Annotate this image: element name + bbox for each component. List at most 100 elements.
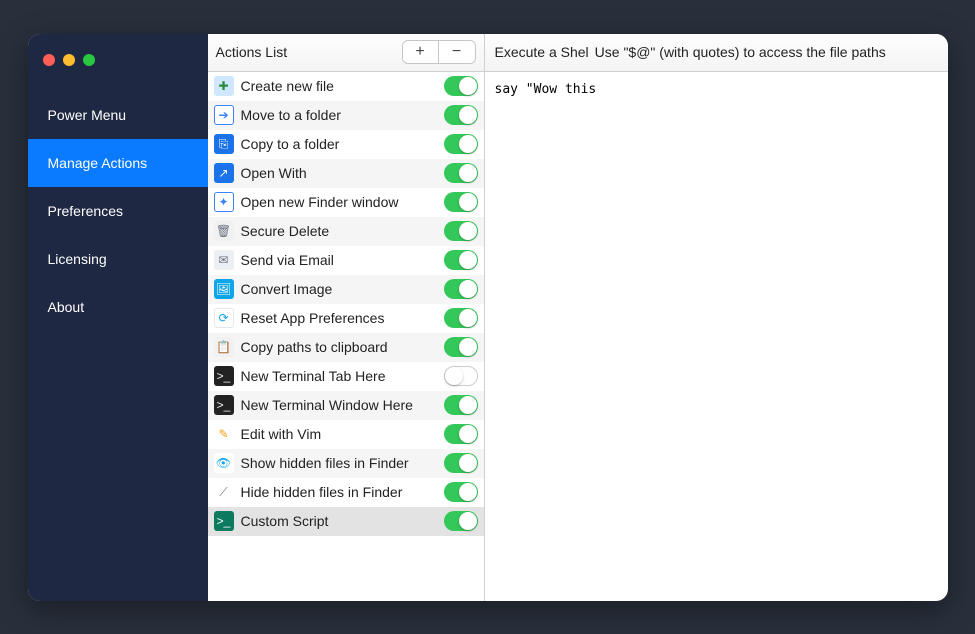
action-row[interactable]: ✦ Open new Finder window	[208, 188, 484, 217]
action-row[interactable]: 📋 Copy paths to clipboard	[208, 333, 484, 362]
action-row[interactable]: 🖼Convert Image	[208, 275, 484, 304]
eye-off-icon: ⟋	[214, 482, 234, 502]
action-row[interactable]: >_ Custom Script	[208, 507, 484, 536]
detail-title: Execute a Shel	[495, 44, 589, 60]
actions-list-pane: Actions List + − ✚Create new file ➔ Move t…	[208, 34, 485, 601]
action-label: Copy paths to clipboard	[241, 339, 444, 355]
toggle-knob	[459, 222, 477, 240]
copy-folder-icon: ⎘	[214, 134, 234, 154]
action-row[interactable]: ↗ Open With	[208, 159, 484, 188]
toggle-knob	[459, 338, 477, 356]
script-editor[interactable]: say "Wow this	[485, 72, 948, 601]
action-label: Custom Script	[241, 513, 444, 529]
action-row[interactable]: ⟋ Hide hidden files in Finder	[208, 478, 484, 507]
action-row[interactable]: ⎘ Copy to a folder	[208, 130, 484, 159]
action-row[interactable]: 👁 Show hidden files in Finder	[208, 449, 484, 478]
eye-icon: 👁	[214, 453, 234, 473]
app-window: Power Menu Manage Actions Preferences Licen…	[28, 34, 948, 601]
pencil-icon: ✎	[214, 424, 234, 444]
action-label: New Terminal Window Here	[241, 397, 444, 413]
action-toggle[interactable]	[444, 482, 478, 502]
mail-icon: ✉	[214, 250, 234, 270]
action-toggle[interactable]	[444, 105, 478, 125]
action-row[interactable]: >_ New Terminal Tab Here	[208, 362, 484, 391]
sidebar-item-about[interactable]: About	[28, 283, 208, 331]
action-toggle[interactable]	[444, 308, 478, 328]
window-controls	[28, 54, 208, 66]
sidebar-item-label: Licensing	[48, 251, 107, 267]
toggle-knob	[459, 193, 477, 211]
action-toggle[interactable]	[444, 250, 478, 270]
sidebar-item-preferences[interactable]: Preferences	[28, 187, 208, 235]
reset-icon: ⟳	[214, 308, 234, 328]
action-label: Copy to a folder	[241, 136, 444, 152]
action-row[interactable]: 🗑Secure Delete	[208, 217, 484, 246]
action-toggle[interactable]	[444, 192, 478, 212]
action-toggle[interactable]	[444, 395, 478, 415]
action-row[interactable]: ✚Create new file	[208, 72, 484, 101]
action-label: Move to a folder	[241, 107, 444, 123]
action-label: Send via Email	[241, 252, 444, 268]
minus-icon: −	[452, 43, 461, 61]
action-label: Hide hidden files in Finder	[241, 484, 444, 500]
sidebar-item-manage-actions[interactable]: Manage Actions	[28, 139, 208, 187]
action-label: Edit with Vim	[241, 426, 444, 442]
sidebar-item-label: Manage Actions	[48, 155, 148, 171]
move-folder-icon: ➔	[214, 105, 234, 125]
action-toggle[interactable]	[444, 134, 478, 154]
action-label: Show hidden files in Finder	[241, 455, 444, 471]
sidebar-item-label: Power Menu	[48, 107, 127, 123]
clipboard-icon: 📋	[214, 337, 234, 357]
document-add-icon: ✚	[214, 76, 234, 96]
sidebar: Power Menu Manage Actions Preferences Licen…	[28, 34, 208, 601]
sidebar-item-licensing[interactable]: Licensing	[28, 235, 208, 283]
zoom-window-button[interactable]	[83, 54, 95, 66]
actions-list: ✚Create new file ➔ Move to a folder ⎘ Copy t…	[208, 72, 484, 601]
minimize-window-button[interactable]	[63, 54, 75, 66]
toggle-knob	[459, 251, 477, 269]
action-row[interactable]: ✉ Send via Email	[208, 246, 484, 275]
action-row[interactable]: ➔ Move to a folder	[208, 101, 484, 130]
sidebar-item-label: About	[48, 299, 85, 315]
toggle-knob	[459, 512, 477, 530]
action-row[interactable]: ⟳ Reset App Preferences	[208, 304, 484, 333]
sidebar-item-power-menu[interactable]: Power Menu	[28, 91, 208, 139]
action-label: Reset App Preferences	[241, 310, 444, 326]
finder-window-icon: ✦	[214, 192, 234, 212]
action-label: Secure Delete	[241, 223, 444, 239]
action-row[interactable]: ✎ Edit with Vim	[208, 420, 484, 449]
action-toggle[interactable]	[444, 221, 478, 241]
action-toggle[interactable]	[444, 366, 478, 386]
detail-hint: Use "$@" (with quotes) to access the fil…	[595, 44, 886, 60]
script-icon: >_	[214, 511, 234, 531]
actions-list-header: Actions List + −	[208, 34, 484, 72]
open-with-icon: ↗	[214, 163, 234, 183]
action-toggle[interactable]	[444, 337, 478, 357]
action-toggle[interactable]	[444, 76, 478, 96]
terminal-icon: >_	[214, 395, 234, 415]
action-toggle[interactable]	[444, 453, 478, 473]
toggle-knob	[459, 164, 477, 182]
image-convert-icon: 🖼	[214, 279, 234, 299]
remove-action-button[interactable]: −	[439, 41, 475, 63]
add-action-button[interactable]: +	[403, 41, 439, 63]
action-toggle[interactable]	[444, 163, 478, 183]
toggle-knob	[445, 367, 463, 385]
action-label: Open new Finder window	[241, 194, 444, 210]
close-window-button[interactable]	[43, 54, 55, 66]
action-toggle[interactable]	[444, 424, 478, 444]
actions-list-title: Actions List	[216, 44, 288, 60]
action-toggle[interactable]	[444, 279, 478, 299]
terminal-icon: >_	[214, 366, 234, 386]
action-row[interactable]: >_ New Terminal Window Here	[208, 391, 484, 420]
action-label: New Terminal Tab Here	[241, 368, 444, 384]
toggle-knob	[459, 396, 477, 414]
detail-pane: Execute a Shel Use "$@" (with quotes) to…	[485, 34, 948, 601]
action-toggle[interactable]	[444, 511, 478, 531]
toggle-knob	[459, 309, 477, 327]
toggle-knob	[459, 135, 477, 153]
toggle-knob	[459, 77, 477, 95]
action-label: Open With	[241, 165, 444, 181]
actions-list-buttons: + −	[402, 40, 476, 64]
toggle-knob	[459, 280, 477, 298]
